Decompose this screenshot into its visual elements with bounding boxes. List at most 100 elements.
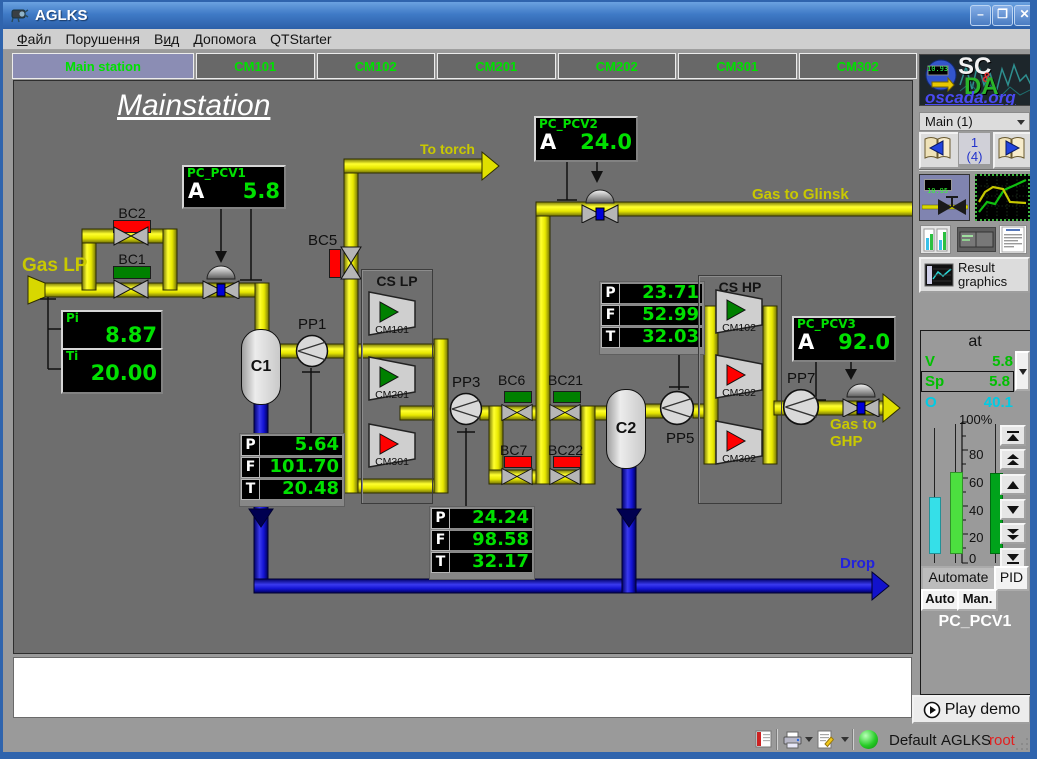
compressor-cm202[interactable]: CM202	[715, 354, 763, 399]
compressor-cm101[interactable]: CM101	[368, 291, 416, 336]
setpoint-spin-button[interactable]	[1015, 351, 1030, 391]
export-menu-arrow[interactable]	[841, 737, 849, 742]
bc2-valve[interactable]	[113, 226, 149, 246]
close-button[interactable]: ✕	[1014, 5, 1035, 26]
play-demo-button[interactable]: Play demo	[912, 695, 1031, 724]
pcv3-display[interactable]: PC_PCV3 A92.0	[792, 316, 896, 362]
panel-row-sp[interactable]: Sp5.8	[921, 371, 1014, 392]
panel-view-button[interactable]	[957, 227, 996, 252]
window-title: AGLKS	[35, 7, 88, 24]
svg-text:CM302: CM302	[722, 453, 756, 465]
bc7-valve[interactable]	[501, 467, 533, 486]
graphics-view-button[interactable]	[975, 174, 1030, 221]
page-number: 1	[959, 135, 990, 150]
result-graphics-button[interactable]: Result graphics	[919, 257, 1030, 293]
panel-icon	[958, 228, 995, 251]
cadr-view-button[interactable]	[920, 225, 951, 254]
message-panel[interactable]	[13, 657, 912, 718]
fast-up-button[interactable]	[1000, 449, 1026, 470]
mnemo-icon-display: 10.95	[924, 179, 952, 191]
pp5-pump[interactable]	[659, 390, 695, 426]
svg-text:CM101: CM101	[375, 324, 409, 336]
menu-qtstarter[interactable]: QTStarter	[270, 31, 331, 47]
view-select[interactable]: Main (1)	[919, 112, 1030, 131]
up-button[interactable]	[1000, 474, 1026, 495]
down-button[interactable]	[1000, 499, 1026, 520]
fast-down-button[interactable]	[1000, 523, 1026, 544]
print-menu-arrow[interactable]	[805, 737, 813, 742]
menu-help[interactable]: Допомога	[193, 31, 256, 47]
vessel-c2[interactable]: C2	[606, 389, 646, 469]
ti-display[interactable]: Ti 20.00	[61, 348, 163, 394]
pcv2-control-valve[interactable]	[580, 187, 620, 223]
application-window: AGLKS – ❐ ✕ Файл Порушення Вид Допомога …	[0, 0, 1037, 759]
pcv3-control-valve[interactable]	[841, 381, 881, 417]
mimic-scheme: Mainstation Gas LP To torch Gas to Glins…	[13, 80, 913, 654]
compressor-cm302[interactable]: CM302	[715, 420, 763, 465]
pp3-pump[interactable]	[449, 392, 483, 426]
tab-cm302[interactable]: CM302	[799, 53, 918, 79]
book-back-icon	[921, 134, 954, 163]
auto-button[interactable]: Auto	[921, 589, 959, 611]
mnemo-view-button[interactable]: 10.95	[919, 174, 970, 221]
doc-button[interactable]	[755, 730, 772, 748]
bc6-label: BC6	[498, 372, 525, 388]
svg-text:CM102: CM102	[722, 322, 756, 334]
print-button[interactable]	[782, 731, 803, 749]
document-view-button[interactable]	[999, 225, 1027, 254]
bars-icon	[921, 226, 950, 253]
bc21-valve[interactable]	[549, 403, 581, 422]
scale-80: 80	[969, 447, 983, 462]
printer-icon	[782, 731, 803, 749]
book-forward-icon	[995, 134, 1028, 163]
tab-main-station[interactable]: Main station	[12, 53, 194, 79]
output-bar	[929, 497, 941, 554]
app-icon	[11, 8, 29, 23]
status-user: root	[989, 732, 1015, 749]
vessel-c1[interactable]: C1	[241, 329, 281, 405]
title-bar[interactable]: AGLKS	[3, 2, 1030, 29]
panel-title: at	[920, 333, 1030, 351]
pi-display[interactable]: Pi 8.87	[61, 310, 163, 352]
bc1-indicator	[113, 266, 151, 279]
tab-cm102[interactable]: CM102	[317, 53, 436, 79]
compressor-cm301[interactable]: CM301	[368, 423, 416, 468]
compressor-cm201[interactable]: CM201	[368, 356, 416, 401]
compressor-cm102[interactable]: CM102	[715, 289, 763, 334]
menu-file[interactable]: Файл	[17, 31, 51, 47]
oscada-logo: 10.93 SC & DA oscada.org	[919, 54, 1032, 106]
pft-display-c1[interactable]: P5.64 F101.70 T20.48	[239, 433, 345, 507]
bc22-valve[interactable]	[549, 467, 581, 486]
tab-cm202[interactable]: CM202	[558, 53, 677, 79]
pcv2-display[interactable]: PC_PCV2 A24.0	[534, 116, 638, 162]
menu-violations[interactable]: Порушення	[65, 31, 140, 47]
tab-cm201[interactable]: CM201	[437, 53, 556, 79]
pid-button[interactable]: PID	[994, 566, 1029, 591]
pcv1-control-valve[interactable]	[201, 263, 241, 299]
resize-grip[interactable]	[1015, 737, 1030, 751]
automate-button[interactable]: Automate	[921, 566, 996, 591]
pcv3-mode: A	[798, 331, 814, 353]
pcv1-display[interactable]: PC_PCV1 A5.8	[182, 165, 286, 209]
menu-view[interactable]: Вид	[154, 31, 179, 47]
bc6-valve[interactable]	[501, 403, 533, 422]
pp1-pump[interactable]	[295, 334, 329, 368]
next-page-button[interactable]	[993, 132, 1034, 169]
pp7-pump[interactable]	[782, 388, 820, 426]
scroll-top-button[interactable]	[1000, 425, 1026, 446]
connection-status-indicator	[859, 730, 878, 749]
export-button[interactable]	[817, 730, 834, 749]
manual-button[interactable]: Man.	[957, 589, 998, 611]
bc5-valve[interactable]	[340, 246, 362, 280]
pcv2-value: 24.0	[580, 131, 632, 153]
pcv1-value: 5.8	[243, 180, 280, 202]
gas-to-glinsk-label: Gas to Glinsk	[752, 186, 849, 203]
pft-display-pp5[interactable]: P23.71 F52.99 T32.03	[599, 281, 705, 355]
bc1-valve[interactable]	[113, 279, 149, 299]
prev-page-button[interactable]	[919, 132, 960, 169]
tab-cm101[interactable]: CM101	[196, 53, 315, 79]
minimize-button[interactable]: –	[970, 5, 991, 26]
maximize-button[interactable]: ❐	[992, 5, 1013, 26]
pft-display-pp3[interactable]: P24.24 F98.58 T32.17	[429, 506, 535, 580]
tab-cm301[interactable]: CM301	[678, 53, 797, 79]
